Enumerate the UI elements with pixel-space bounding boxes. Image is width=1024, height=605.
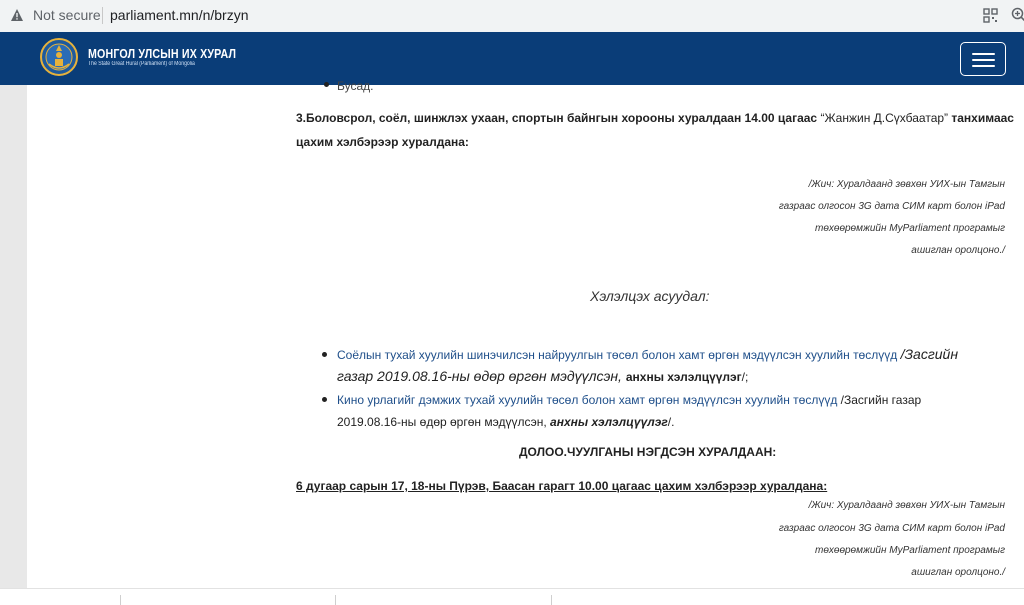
bullet [322, 397, 327, 402]
hall-name: “Жанжин Д.Сүхбаатар” [820, 111, 949, 125]
agenda-item-2-link[interactable]: Кино урлагийг дэмжих тухай хуулийн төсөл… [337, 393, 841, 407]
brand-subtitle: The State Great Hural (Parliament) of Mo… [88, 61, 195, 67]
agenda-item-1-note: /Засгийн [900, 346, 959, 362]
bottom-toolbar [0, 588, 1024, 605]
left-gutter [0, 85, 27, 604]
section-3-line2: цахим хэлбэрээр хуралдана: [296, 135, 469, 149]
note-line: төхөөрөмжийн MyParliament програмыг [814, 545, 1005, 556]
qr-code-icon[interactable] [983, 8, 998, 23]
agenda-item-2-stage: анхны хэлэлцүүлэг [550, 415, 668, 429]
url-text[interactable]: parliament.mn/n/brzyn [110, 7, 249, 23]
note-line: газраас олгосон 3G дата СИМ карт болон i… [778, 523, 1005, 534]
bullet [324, 82, 329, 87]
state-emblem-logo[interactable] [40, 38, 78, 76]
note-line: газраас олгосон 3G дата СИМ карт болон i… [778, 201, 1005, 212]
session-schedule: 6 дугаар сарын 17, 18-ны Пүрэв, Баасан г… [296, 479, 828, 493]
note-line: /Жич: Хуралдаанд зөвхөн УИХ-ын Тамгын [808, 179, 1005, 190]
brand-name: МОНГОЛ УЛСЫН ИХ ХУРАЛ [88, 46, 237, 61]
warning-icon[interactable] [10, 8, 24, 22]
section-3-title: 3.Боловсрол, соёл, шинжлэх ухаан, спорты… [296, 111, 821, 125]
section-3-tail: танхимаас [948, 111, 1014, 125]
menu-bar-icon [972, 65, 995, 67]
agenda-item-1-date: газар 2019.08.16-ны өдөр өргөн мэдүүлсэн… [337, 368, 626, 384]
agenda-item-2-date: 2019.08.16-ны өдөр өргөн мэдүүлсэн, [337, 415, 551, 429]
menu-bar-icon [972, 53, 995, 55]
agenda-item-1-stage: анхны хэлэлцүүлэг [625, 370, 742, 384]
menu-bar-icon [972, 59, 995, 61]
agenda-item-2-line2: 2019.08.16-ны өдөр өргөн мэдүүлсэн, анхн… [337, 415, 674, 429]
agenda-title: Хэлэлцэх асуудал: [590, 288, 710, 304]
agenda-item-1-link[interactable]: Соёлын тухай хуулийн шинэчилсэн найруулг… [337, 348, 901, 362]
note-line: /Жич: Хуралдаанд зөвхөн УИХ-ын Тамгын [808, 500, 1005, 511]
divider [102, 7, 103, 24]
agenda-item-2-note: /Засгийн газар [840, 393, 922, 407]
section-3-line1: 3.Боловсрол, соёл, шинжлэх ухаан, спорты… [296, 111, 1014, 125]
agenda-item-1-line1: Соёлын тухай хуулийн шинэчилсэн найруулг… [337, 346, 958, 362]
browser-address-bar: Not secure parliament.mn/n/brzyn [0, 0, 1024, 32]
brand-title[interactable]: МОНГОЛ УЛСЫН ИХ ХУРАЛ The State Great Hu… [88, 47, 269, 68]
zoom-icon[interactable] [1011, 7, 1024, 23]
agenda-item-1-end: /; [741, 370, 749, 384]
hamburger-menu-button[interactable] [960, 42, 1006, 76]
agenda-item-2-line1: Кино урлагийг дэмжих тухай хуулийн төсөл… [337, 393, 921, 407]
security-label[interactable]: Not secure [33, 7, 101, 23]
note-line: ашиглан оролцоно./ [911, 567, 1005, 578]
plenary-heading: ДОЛОО.ЧУУЛГАНЫ НЭГДСЭН ХУРАЛДААН: [519, 445, 777, 459]
note-line: ашиглан оролцоно./ [911, 245, 1005, 256]
agenda-item-2-end: /. [667, 415, 675, 429]
bullet [322, 352, 327, 357]
article-content [27, 85, 1024, 588]
agenda-item-1-line2: газар 2019.08.16-ны өдөр өргөн мэдүүлсэн… [337, 368, 748, 384]
list-item: Бусад. [337, 79, 374, 93]
note-line: төхөөрөмжийн MyParliament програмыг [814, 223, 1005, 234]
